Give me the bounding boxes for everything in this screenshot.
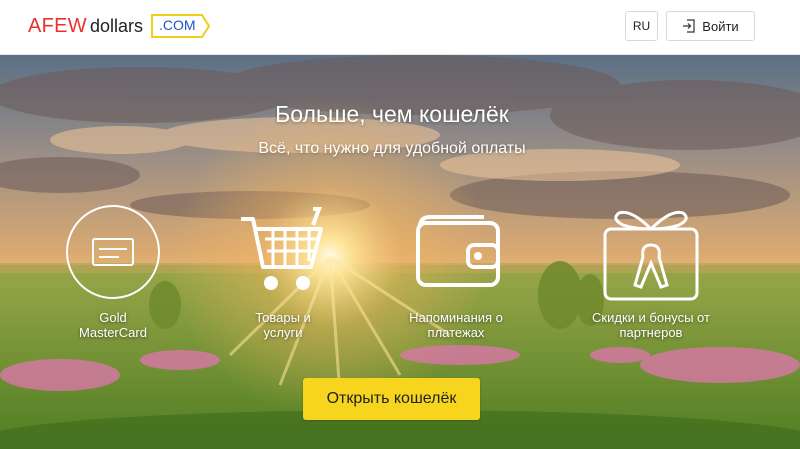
feature-label: Gold MasterCard bbox=[79, 310, 147, 340]
feature-payment-reminders: Напоминания о платежах bbox=[381, 205, 531, 340]
logo-com-text: .COM bbox=[159, 17, 196, 33]
wallet-icon bbox=[416, 215, 500, 287]
feature-label: Напоминания о платежах bbox=[409, 310, 503, 340]
login-button[interactable]: Войти bbox=[666, 11, 755, 41]
logo-afew-text: AFEW bbox=[28, 14, 87, 37]
logo-com-badge: .COM bbox=[151, 14, 211, 38]
feature-goods-services: Товары и услуги bbox=[208, 205, 358, 340]
logo-dollars-text: dollars bbox=[89, 15, 144, 36]
credit-card-icon bbox=[66, 205, 160, 299]
feature-gold-mastercard: Gold MasterCard bbox=[38, 205, 188, 340]
feature-discounts-bonuses: Скидки и бонусы от партнеров bbox=[576, 205, 726, 340]
hero-section: Больше, чем кошелёк Всё, что нужно для у… bbox=[0, 55, 800, 449]
shopping-cart-icon bbox=[241, 207, 323, 290]
feature-label: Скидки и бонусы от партнеров bbox=[592, 310, 710, 340]
gift-icon bbox=[603, 210, 699, 301]
feature-label: Товары и услуги bbox=[255, 310, 311, 340]
login-icon bbox=[683, 19, 695, 33]
hero-subtitle: Всё, что нужно для удобной оплаты bbox=[258, 140, 526, 157]
language-button[interactable]: RU bbox=[625, 11, 658, 41]
login-label: Войти bbox=[702, 18, 739, 34]
site-header: AFEW dollars .COM RU Войти bbox=[0, 0, 800, 55]
hero-title: Больше, чем кошелёк bbox=[275, 101, 509, 127]
logo[interactable]: AFEW dollars .COM bbox=[28, 13, 211, 39]
open-wallet-button[interactable]: Открыть кошелёк bbox=[303, 378, 480, 420]
